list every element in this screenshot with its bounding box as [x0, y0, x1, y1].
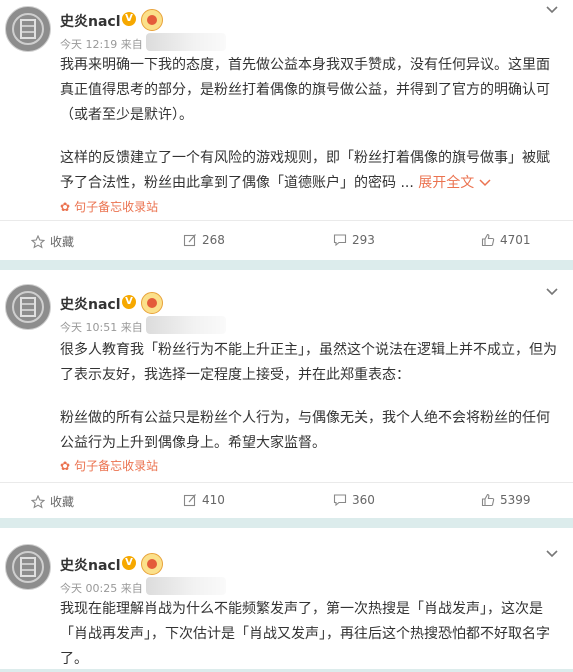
- post-meta: 今天 00:25 来自: [60, 582, 143, 595]
- repost-button[interactable]: 268: [183, 233, 225, 247]
- favorite-button[interactable]: 收藏: [31, 233, 74, 250]
- post-paragraph: 我现在能理解肖战为什么不能频繁发声了，第一次热搜是「肖战发声」，这次是「肖战再发…: [60, 601, 550, 667]
- like-button[interactable]: 5399: [481, 493, 531, 507]
- medal-icon: [141, 9, 163, 31]
- username[interactable]: 史炎nacl: [60, 294, 121, 314]
- like-count[interactable]: 4701: [500, 233, 531, 247]
- flower-icon: ✿: [60, 200, 71, 214]
- expand-label[interactable]: 展开全文: [418, 175, 474, 191]
- chevron-down-icon[interactable]: [545, 4, 559, 19]
- source-link[interactable]: ✿ 句子备忘收录站: [60, 457, 158, 474]
- comment-icon: [333, 234, 347, 247]
- source-label[interactable]: 句子备忘收录站: [74, 459, 158, 473]
- post-paragraph: 很多人教育我「粉丝行为不能上升正主」，虽然这个说法在逻辑上并不成立，但为了表示友…: [60, 342, 557, 383]
- comment-count[interactable]: 293: [352, 233, 375, 247]
- blurred-source: [146, 316, 226, 334]
- comment-icon: [333, 494, 347, 507]
- blurred-source: [146, 577, 226, 595]
- repost-button[interactable]: 410: [183, 493, 225, 507]
- favorite-label[interactable]: 收藏: [50, 493, 74, 510]
- avatar[interactable]: [5, 544, 51, 590]
- blurred-source: [146, 33, 226, 51]
- username[interactable]: 史炎nacl: [60, 555, 121, 575]
- star-icon: [31, 494, 45, 509]
- expand-full-text-link[interactable]: 展开全文: [418, 175, 491, 191]
- flower-icon: ✿: [60, 459, 71, 473]
- thumbs-up-icon: [481, 493, 495, 507]
- thumbs-up-icon: [481, 233, 495, 247]
- like-button[interactable]: 4701: [481, 233, 531, 247]
- chevron-down-icon[interactable]: [545, 548, 559, 563]
- weibo-post: 史炎nacl V 今天 10:51 来自 很多人教育我「粉丝行为不能上升正主」，…: [0, 270, 573, 518]
- divider: [0, 482, 573, 483]
- source-label[interactable]: 句子备忘收录站: [74, 200, 158, 214]
- post-paragraph: 粉丝做的所有公益只是粉丝个人行为，与偶像无关，我个人绝不会将粉丝的任何公益行为上…: [60, 410, 550, 451]
- avatar[interactable]: [5, 6, 51, 52]
- chevron-down-icon: [479, 179, 491, 187]
- username[interactable]: 史炎nacl: [60, 11, 121, 31]
- repost-count[interactable]: 410: [202, 493, 225, 507]
- repost-icon: [183, 494, 196, 507]
- star-icon: [31, 234, 45, 249]
- weibo-post: 史炎nacl V 今天 00:25 来自 我现在能理解肖战为什么不能频繁发声了，…: [0, 528, 573, 669]
- divider: [0, 220, 573, 221]
- post-meta: 今天 12:19 来自 i: [60, 38, 150, 51]
- avatar[interactable]: [5, 284, 51, 330]
- verified-badge-icon: V: [122, 556, 136, 570]
- comment-count[interactable]: 360: [352, 493, 375, 507]
- favorite-button[interactable]: 收藏: [31, 493, 74, 510]
- favorite-label[interactable]: 收藏: [50, 233, 74, 250]
- medal-icon: [141, 553, 163, 575]
- verified-badge-icon: V: [122, 12, 136, 26]
- weibo-post: 史炎nacl V 今天 12:19 来自 i 我再来明确一下我的态度，首先做公益…: [0, 0, 573, 260]
- comment-button[interactable]: 293: [333, 233, 375, 247]
- post-paragraph: 这样的反馈建立了一个有风险的游戏规则，即「粉丝打着偶像的旗号做事」被赋予了合法性…: [60, 146, 558, 196]
- repost-count[interactable]: 268: [202, 233, 225, 247]
- chevron-down-icon[interactable]: [545, 286, 559, 301]
- verified-badge-icon: V: [122, 295, 136, 309]
- post-meta: 今天 10:51 来自: [60, 321, 143, 334]
- like-count[interactable]: 5399: [500, 493, 531, 507]
- post-paragraph: 我再来明确一下我的态度，首先做公益本身我双手赞成，没有任何异议。这里面真正值得思…: [60, 57, 550, 123]
- medal-icon: [141, 292, 163, 314]
- repost-icon: [183, 234, 196, 247]
- comment-button[interactable]: 360: [333, 493, 375, 507]
- source-link[interactable]: ✿ 句子备忘收录站: [60, 198, 158, 215]
